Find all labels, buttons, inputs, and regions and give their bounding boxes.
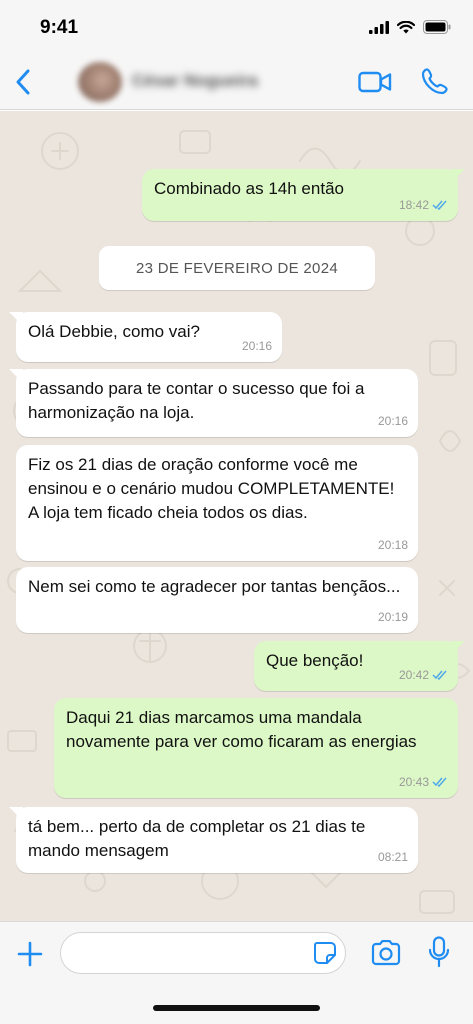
message-text: Daqui 21 dias marcamos uma mandala novam…	[66, 708, 417, 751]
message-meta: 20:18	[378, 533, 408, 557]
home-indicator	[153, 1005, 320, 1011]
date-separator: 23 DE FEVEREIRO DE 2024	[99, 246, 375, 290]
message-text: Passando para te contar o sucesso que fo…	[28, 379, 365, 422]
message-text: Fiz os 21 dias de oração conforme você m…	[28, 455, 395, 522]
chevron-left-icon	[16, 69, 30, 95]
message-composer	[0, 921, 473, 1024]
message-time: 20:43	[398, 775, 429, 789]
bubble-tail	[9, 807, 23, 821]
video-call-icon	[358, 71, 392, 93]
double-check-icon	[432, 777, 447, 787]
message-text: tá bem... perto da de completar os 21 di…	[28, 817, 366, 860]
message-meta: 20:19	[378, 605, 408, 629]
status-time: 9:41	[40, 17, 79, 38]
camera-button[interactable]	[368, 938, 404, 968]
plus-icon	[17, 941, 43, 967]
attach-button[interactable]	[14, 938, 46, 970]
double-check-icon	[432, 200, 447, 210]
message-bubble-outgoing[interactable]: Que benção! 20:42	[254, 641, 465, 691]
message-time: 20:16	[241, 339, 272, 353]
message-input[interactable]	[60, 932, 346, 974]
battery-icon	[423, 20, 451, 34]
cellular-signal-icon	[369, 20, 389, 34]
message-time: 20:19	[377, 610, 408, 624]
message-meta: 20:16	[242, 334, 272, 358]
sticker-button[interactable]	[312, 940, 338, 966]
message-bubble-outgoing[interactable]: Combinado as 14h então 18:42	[142, 169, 465, 221]
back-button[interactable]	[6, 64, 40, 100]
voice-call-button[interactable]	[418, 64, 452, 98]
status-bar: 9:41	[0, 0, 473, 54]
avatar[interactable]	[78, 62, 122, 102]
message-meta: 20:42	[399, 663, 448, 687]
phone-icon	[421, 68, 448, 95]
message-text: Combinado as 14h então	[154, 179, 344, 198]
bubble-tail	[451, 641, 465, 655]
message-meta: 20:43	[399, 770, 448, 794]
bubble-tail	[9, 312, 23, 326]
message-meta: 08:21	[378, 845, 408, 869]
message-time: 20:16	[377, 414, 408, 428]
camera-icon	[371, 940, 401, 966]
video-call-button[interactable]	[357, 66, 393, 98]
message-text: Nem sei como te agradecer por tantas ben…	[28, 577, 401, 596]
message-time: 08:21	[377, 850, 408, 864]
message-bubble-incoming[interactable]: Nem sei como te agradecer por tantas ben…	[16, 567, 418, 633]
double-check-icon	[432, 670, 447, 680]
message-time: 20:18	[377, 538, 408, 552]
message-meta: 20:16	[378, 409, 408, 433]
microphone-button[interactable]	[426, 934, 452, 970]
sticker-icon	[314, 942, 336, 964]
message-text: Olá Debbie, como vai?	[28, 322, 200, 341]
message-time: 20:42	[398, 668, 429, 682]
message-meta: 18:42	[399, 193, 448, 217]
message-time: 18:42	[398, 198, 429, 212]
wifi-icon	[397, 20, 415, 33]
bubble-tail	[9, 369, 23, 383]
message-bubble-incoming[interactable]: Fiz os 21 dias de oração conforme você m…	[16, 445, 418, 561]
message-bubble-incoming[interactable]: Passando para te contar o sucesso que fo…	[9, 369, 418, 437]
status-icons	[369, 20, 451, 34]
message-text: Que benção!	[266, 651, 364, 670]
bubble-tail	[451, 169, 465, 183]
microphone-icon	[428, 936, 450, 968]
chat-area[interactable]: Combinado as 14h então 18:42 23 DE FEVER…	[0, 111, 473, 921]
message-bubble-incoming[interactable]: tá bem... perto da de completar os 21 di…	[9, 807, 418, 873]
contact-name[interactable]: César Nogueira	[132, 71, 258, 91]
message-bubble-outgoing[interactable]: Daqui 21 dias marcamos uma mandala novam…	[54, 698, 458, 798]
chat-header: César Nogueira	[0, 54, 473, 110]
message-bubble-incoming[interactable]: Olá Debbie, como vai? 20:16	[9, 312, 282, 362]
